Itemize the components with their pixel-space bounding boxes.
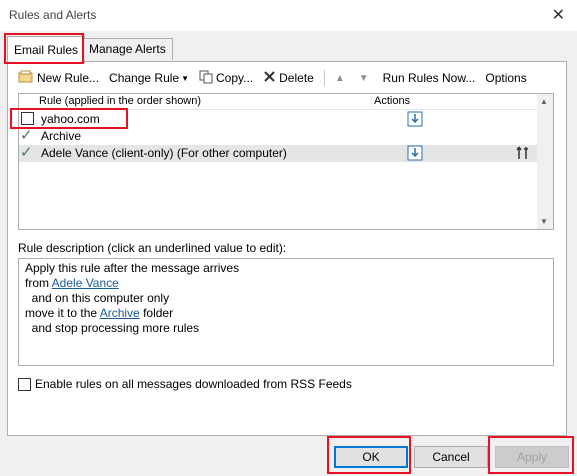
options-button[interactable]: Options [485,71,526,85]
options-label: Options [485,71,527,85]
description-line: Apply this rule after the message arrive… [25,261,240,275]
scroll-down-icon[interactable]: ▼ [540,217,548,226]
scroll-up-icon[interactable]: ▲ [540,97,548,106]
copy-button[interactable]: Copy... [199,70,253,87]
ok-button[interactable]: OK [334,446,408,468]
delete-icon [263,70,276,86]
change-rule-label: Change Rule [109,71,180,85]
description-line: and on this computer only [25,291,170,305]
folder-link[interactable]: Archive [100,306,140,320]
tab-manage-alerts[interactable]: Manage Alerts [82,38,173,60]
rule-row-yahoo[interactable]: yahoo.com [19,111,538,128]
rule-actions-icon[interactable] [407,145,423,164]
new-rule-label: New Rule... [37,71,100,85]
description-line: and stop processing more rules [25,321,200,335]
client-only-wrench-icon [516,145,530,164]
sender-link[interactable]: Adele Vance [52,276,119,290]
checkmark-icon[interactable]: ✓ [20,143,33,161]
new-rule-icon [18,70,34,87]
copy-icon [199,70,213,87]
rule-row-archive[interactable]: ✓ Archive [19,126,538,145]
column-header-actions[interactable]: Actions [371,95,538,107]
rule-name: Archive [41,129,82,143]
close-icon[interactable]: ✕ [552,5,565,25]
move-up-icon[interactable]: ▲ [335,73,345,84]
list-scrollbar[interactable]: ▲ ▼ [537,94,553,229]
run-rules-now-button[interactable]: Run Rules Now... [383,71,476,85]
rules-list: Rule (applied in the order shown) Action… [18,93,554,230]
description-line: move it to the Archive folder [25,306,174,320]
rule-description-label: Rule description (click an underlined va… [18,241,287,255]
rule-row-adele-vance[interactable]: ✓ Adele Vance (client-only) (For other c… [19,143,538,164]
rule-name: yahoo.com [41,112,100,126]
list-header: Rule (applied in the order shown) Action… [19,94,538,110]
change-rule-button[interactable]: Change Rule ▼ [109,71,189,85]
rss-rules-option[interactable]: Enable rules on all messages downloaded … [18,377,352,391]
copy-label: Copy... [216,71,254,85]
rules-toolbar: New Rule... Change Rule ▼ Copy... Delete… [18,68,537,88]
window-title: Rules and Alerts [9,8,97,22]
apply-button[interactable]: Apply [495,446,569,468]
rule-checkbox-yahoo[interactable] [21,112,34,125]
delete-label: Delete [279,71,314,85]
cancel-button[interactable]: Cancel [414,446,488,468]
delete-button[interactable]: Delete [263,70,314,86]
new-rule-button[interactable]: New Rule... [18,70,99,87]
description-line: from Adele Vance [25,276,119,290]
rule-name: Adele Vance (client-only) (For other com… [41,146,287,160]
run-rules-label: Run Rules Now... [382,71,476,85]
rss-label: Enable rules on all messages downloaded … [35,377,352,391]
rss-checkbox[interactable] [18,377,31,391]
move-down-icon[interactable]: ▼ [359,73,369,84]
tab-email-rules[interactable]: Email Rules [7,36,86,63]
dropdown-arrow-icon: ▼ [181,73,190,83]
checkmark-icon[interactable]: ✓ [20,126,33,144]
column-header-rule[interactable]: Rule (applied in the order shown) [39,95,201,107]
toolbar-separator [323,70,325,86]
rule-description-box: Apply this rule after the message arrive… [18,258,554,366]
title-bar: Rules and Alerts ✕ [0,0,577,31]
